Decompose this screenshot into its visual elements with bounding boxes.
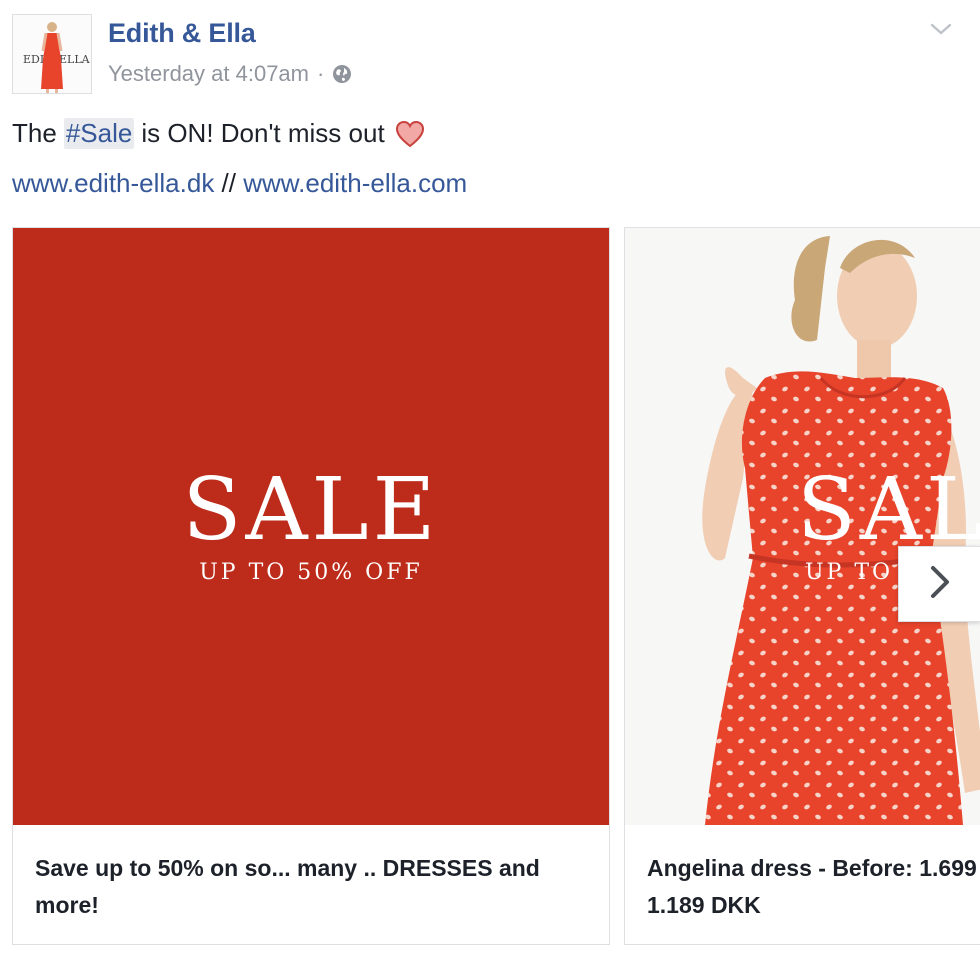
carousel-card-sale[interactable]: SALE UP TO 50% OFF Save up to 50% on so.… [12,227,610,945]
caption-line: more! [35,892,99,918]
caption-line: Angelina dress - Before: 1.699 DKK [647,855,980,881]
link-edith-ella-dk[interactable]: www.edith-ella.dk [12,168,214,198]
avatar-image: EDITH ELLA [13,15,91,93]
sale-banner-image[interactable]: SALE UP TO 50% OFF [13,228,609,825]
post-header: EDITH ELLA Edith & Ella Yesterday at 4:0… [0,0,980,110]
chevron-right-icon [925,562,955,607]
dress-sale-title: SALE [797,460,980,560]
dress-photo[interactable]: SALE UP TO 50% OFF [625,228,980,825]
chevron-down-icon[interactable] [928,16,954,42]
svg-text:ELLA: ELLA [59,53,91,66]
link-separator: // [221,168,236,198]
caption-line: 1.189 DKK [647,892,761,918]
post-links: www.edith-ella.dk // www.edith-ella.com [12,168,467,199]
heart-icon [395,120,425,148]
meta-separator: · [317,61,325,86]
link-edith-ella-com[interactable]: www.edith-ella.com [243,168,467,198]
post-message: The #Sale is ON! Don't miss out [12,118,425,149]
post-text-before: The [12,118,57,148]
hashtag-link[interactable]: #Sale [63,118,135,149]
post-text-after: is ON! Don't miss out [141,118,385,148]
post-timestamp[interactable]: Yesterday at 4:07am [108,61,309,87]
model-photo: SALE UP TO 50% OFF [625,228,980,825]
caption-line: Save up to 50% on so... many .. DRESSES … [35,855,540,881]
page-avatar[interactable]: EDITH ELLA [12,14,92,94]
card-caption[interactable]: Angelina dress - Before: 1.699 DKK 1.189… [647,850,980,924]
page-name-link[interactable]: Edith & Ella [108,18,256,49]
post-meta: Yesterday at 4:07am · [108,61,352,87]
card-caption[interactable]: Save up to 50% on so... many .. DRESSES … [35,850,575,924]
globe-icon[interactable] [332,64,352,84]
carousel-next-button[interactable] [898,546,980,622]
sale-panel: SALE UP TO 50% OFF [13,228,609,825]
sale-subtitle: UP TO 50% OFF [199,560,423,585]
sale-title: SALE [182,460,440,560]
